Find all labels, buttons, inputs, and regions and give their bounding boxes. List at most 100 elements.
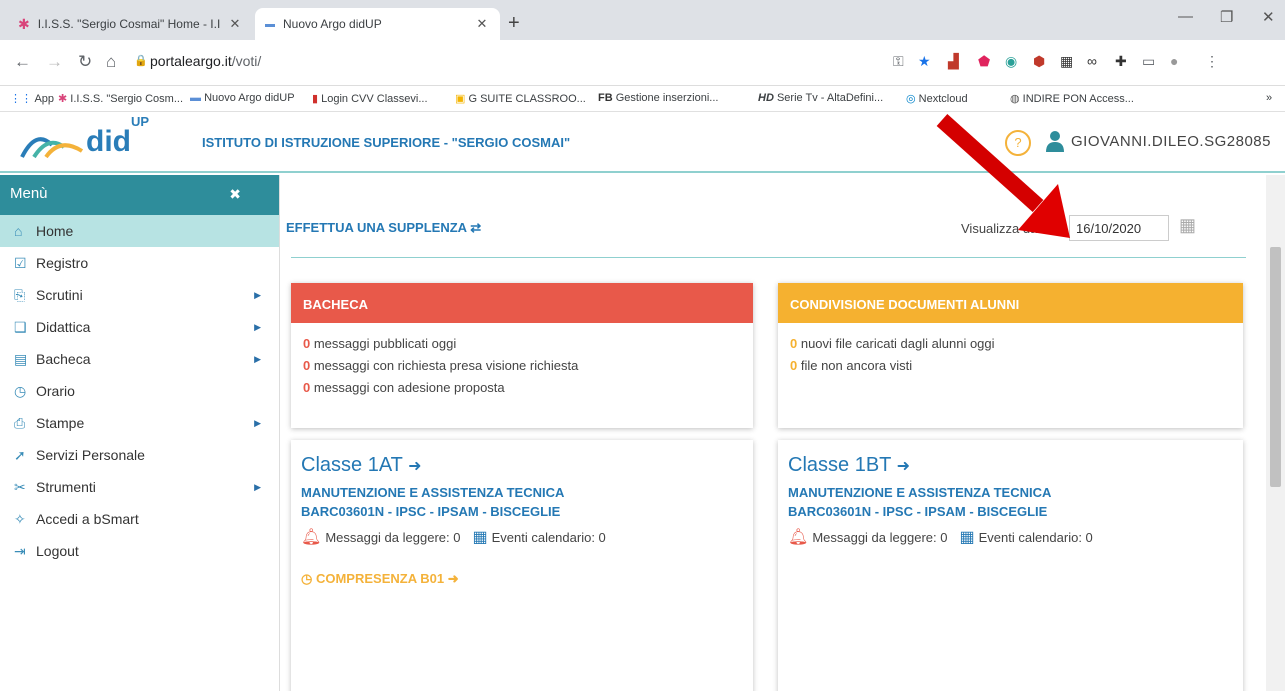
messages-count[interactable]: Messaggi da leggere: 0 bbox=[325, 530, 460, 545]
menu-dots-icon[interactable]: ⋮ bbox=[1205, 53, 1219, 70]
browser-tab-argo[interactable]: ▬ Nuovo Argo didUP ✕ bbox=[255, 8, 500, 40]
supplenza-button[interactable]: EFFETTUA UNA SUPPLENZA ⇄ bbox=[286, 220, 481, 236]
sidebar-item-label: Strumenti bbox=[36, 479, 96, 495]
sidebar-item-registro[interactable]: ☑ Registro bbox=[0, 247, 279, 279]
class-title-link[interactable]: Classe 1AT ➜ bbox=[301, 454, 743, 477]
bookmark-indire[interactable]: ◍ INDIRE PON Access... bbox=[1010, 92, 1134, 105]
lock-icon[interactable]: 🔒 bbox=[134, 54, 148, 67]
sidebar-item-servizi-personale[interactable]: ➚ Servizi Personale bbox=[0, 439, 279, 471]
restore-icon[interactable]: ❐ bbox=[1220, 8, 1233, 26]
sidebar-menu: Menù ✖ ⌂ Home ☑ Registro ⎘ Scrutini ▶ ❑ … bbox=[0, 175, 280, 691]
messages-count[interactable]: Messaggi da leggere: 0 bbox=[812, 530, 947, 545]
calendar-icon[interactable]: ▦ bbox=[1179, 215, 1196, 236]
argo-icon: ▬ bbox=[190, 92, 201, 104]
sidebar-item-bsmart[interactable]: ✧ Accedi a bSmart bbox=[0, 503, 279, 535]
sidebar-item-label: Accedi a bSmart bbox=[36, 511, 139, 527]
star-icon[interactable]: ★ bbox=[918, 53, 931, 70]
page-scrollbar[interactable] bbox=[1266, 175, 1285, 691]
home-icon[interactable]: ⌂ bbox=[106, 52, 116, 72]
bacheca-card-title: BACHECA bbox=[291, 283, 753, 323]
url-path: /voti/ bbox=[231, 53, 262, 69]
main-content: EFFETTUA UNA SUPPLENZA ⇄ Visualizza dati… bbox=[281, 175, 1266, 691]
compresenza-link[interactable]: ◷ COMPRESENZA B01 ➜ bbox=[301, 571, 743, 587]
classroom-icon: ▣ bbox=[455, 93, 466, 105]
close-icon[interactable]: ✕ bbox=[474, 16, 490, 32]
sidebar-item-strumenti[interactable]: ✂ Strumenti ▶ bbox=[0, 471, 279, 503]
class-meta: 🔔︎ Messaggi da leggere: 0 ▦ Eventi calen… bbox=[788, 527, 1233, 547]
scrollbar-thumb[interactable] bbox=[1270, 247, 1281, 487]
sidebar-item-didattica[interactable]: ❑ Didattica ▶ bbox=[0, 311, 279, 343]
url-field[interactable]: portaleargo.it/voti/ bbox=[150, 53, 261, 69]
tab-title: I.I.S.S. "Sergio Cosmai" Home - I.I bbox=[37, 17, 221, 31]
document-icon: ⎘ bbox=[14, 286, 26, 303]
minimize-icon[interactable]: — bbox=[1178, 8, 1193, 25]
bookmarks-overflow[interactable]: » bbox=[1266, 92, 1272, 104]
condivisione-row[interactable]: 0 file non ancora visti bbox=[790, 355, 1231, 377]
class-school: BARC03601N - IPSC - IPSAM - BISCEGLIE bbox=[788, 504, 1048, 519]
key-icon[interactable]: ⚿ bbox=[893, 53, 904, 70]
sign-in-icon: ➜ bbox=[408, 458, 422, 475]
class-course: MANUTENZIONE E ASSISTENZA TECNICA bbox=[788, 485, 1052, 500]
class-card: Classe 1BT ➜ MANUTENZIONE E ASSISTENZA T… bbox=[778, 440, 1243, 691]
chevron-right-icon: ▶ bbox=[254, 289, 261, 300]
pinwheel-icon: ✱ bbox=[58, 93, 68, 105]
sidebar-item-bacheca[interactable]: ▤ Bacheca ▶ bbox=[0, 343, 279, 375]
annotation-arrow-icon bbox=[936, 114, 1070, 238]
bookmark-nextcloud[interactable]: ◎ Nextcloud bbox=[906, 92, 968, 105]
ublock-icon[interactable]: ⬟ bbox=[978, 53, 990, 70]
back-icon[interactable]: ← bbox=[14, 52, 31, 72]
bookmark-cosmai[interactable]: ✱ I.I.S.S. "Sergio Cosm... bbox=[58, 92, 183, 105]
sidebar-item-scrutini[interactable]: ⎘ Scrutini ▶ bbox=[0, 279, 279, 311]
class-course: MANUTENZIONE E ASSISTENZA TECNICA bbox=[301, 485, 565, 500]
globe-icon: ◍ bbox=[1010, 93, 1020, 105]
app-logo[interactable]: didUP bbox=[86, 114, 149, 159]
sign-in-icon: ➜ bbox=[896, 458, 910, 475]
bookmark-facebook[interactable]: FB Gestione inserzioni... bbox=[598, 92, 718, 104]
events-count[interactable]: Eventi calendario: 0 bbox=[492, 530, 606, 545]
pdf-extension-icon[interactable]: ▟ bbox=[948, 53, 959, 70]
school-name: ISTITUTO DI ISTRUZIONE SUPERIORE - "SERG… bbox=[202, 135, 571, 150]
browser-tab-cosmai[interactable]: ✱ I.I.S.S. "Sergio Cosmai" Home - I.I ✕ bbox=[8, 8, 253, 40]
shield-icon[interactable]: ⬢ bbox=[1033, 53, 1045, 70]
sidebar-item-label: Orario bbox=[36, 383, 75, 399]
bacheca-card: BACHECA 0 messaggi pubblicati oggi 0 mes… bbox=[291, 283, 753, 428]
close-window-icon[interactable]: ✕ bbox=[1262, 8, 1275, 26]
grid-extension-icon[interactable]: ▦ bbox=[1060, 53, 1073, 70]
pinwheel-icon: ✱ bbox=[18, 15, 30, 32]
reload-icon[interactable]: ↻ bbox=[78, 52, 92, 72]
calendar-icon: ▦ bbox=[472, 529, 488, 546]
profile-avatar-icon[interactable]: ● bbox=[1170, 53, 1178, 69]
glasses-icon[interactable]: ∞ bbox=[1087, 53, 1097, 69]
bookmarks-bar: ⋮⋮ App ✱ I.I.S.S. "Sergio Cosm... ▬ Nuov… bbox=[0, 86, 1285, 112]
date-input[interactable] bbox=[1069, 215, 1169, 241]
chevron-right-icon: ▶ bbox=[254, 321, 261, 332]
hd-icon: HD bbox=[758, 92, 774, 104]
bookmark-serietv[interactable]: HD Serie Tv - AltaDefini... bbox=[758, 92, 883, 104]
clock-icon: ◷ bbox=[14, 382, 27, 399]
bacheca-row[interactable]: 0 messaggi pubblicati oggi bbox=[303, 333, 741, 355]
sidebar-item-stampe[interactable]: ⎙ Stampe ▶ bbox=[0, 407, 279, 439]
new-tab-button[interactable]: + bbox=[508, 12, 520, 35]
close-icon[interactable]: ✕ bbox=[227, 16, 243, 32]
sidebar-item-orario[interactable]: ◷ Orario bbox=[0, 375, 279, 407]
extension-icon[interactable]: ◉ bbox=[1005, 53, 1017, 70]
forward-icon[interactable]: → bbox=[46, 52, 63, 72]
bacheca-card-body: 0 messaggi pubblicati oggi 0 messaggi co… bbox=[291, 323, 753, 409]
bacheca-row[interactable]: 0 messaggi con richiesta presa visione r… bbox=[303, 355, 741, 377]
sidebar-item-label: Stampe bbox=[36, 415, 85, 431]
cast-icon[interactable]: ▭ bbox=[1142, 53, 1155, 70]
bookmark-apps[interactable]: ⋮⋮ App bbox=[10, 92, 54, 105]
bookmark-argo[interactable]: ▬ Nuovo Argo didUP bbox=[190, 92, 295, 104]
condivisione-row[interactable]: 0 nuovi file caricati dagli alunni oggi bbox=[790, 333, 1231, 355]
user-name[interactable]: GIOVANNI.DILEO.SG28085 bbox=[1071, 133, 1271, 150]
class-title-link[interactable]: Classe 1BT ➜ bbox=[788, 454, 1233, 477]
events-count[interactable]: Eventi calendario: 0 bbox=[979, 530, 1093, 545]
puzzle-icon[interactable]: ✚ bbox=[1115, 53, 1127, 70]
sidebar-item-home[interactable]: ⌂ Home bbox=[0, 215, 279, 247]
close-sidebar-icon[interactable]: ✖ bbox=[229, 186, 241, 203]
bacheca-row[interactable]: 0 messaggi con adesione proposta bbox=[303, 377, 741, 399]
sidebar-item-logout[interactable]: ⇥ Logout bbox=[0, 535, 279, 567]
calendar-icon: ▦ bbox=[959, 529, 975, 546]
bookmark-classroom[interactable]: ▣ G SUITE CLASSROO... bbox=[455, 92, 586, 105]
bookmark-classeviva[interactable]: ▮ Login CVV Classevi... bbox=[312, 92, 428, 105]
